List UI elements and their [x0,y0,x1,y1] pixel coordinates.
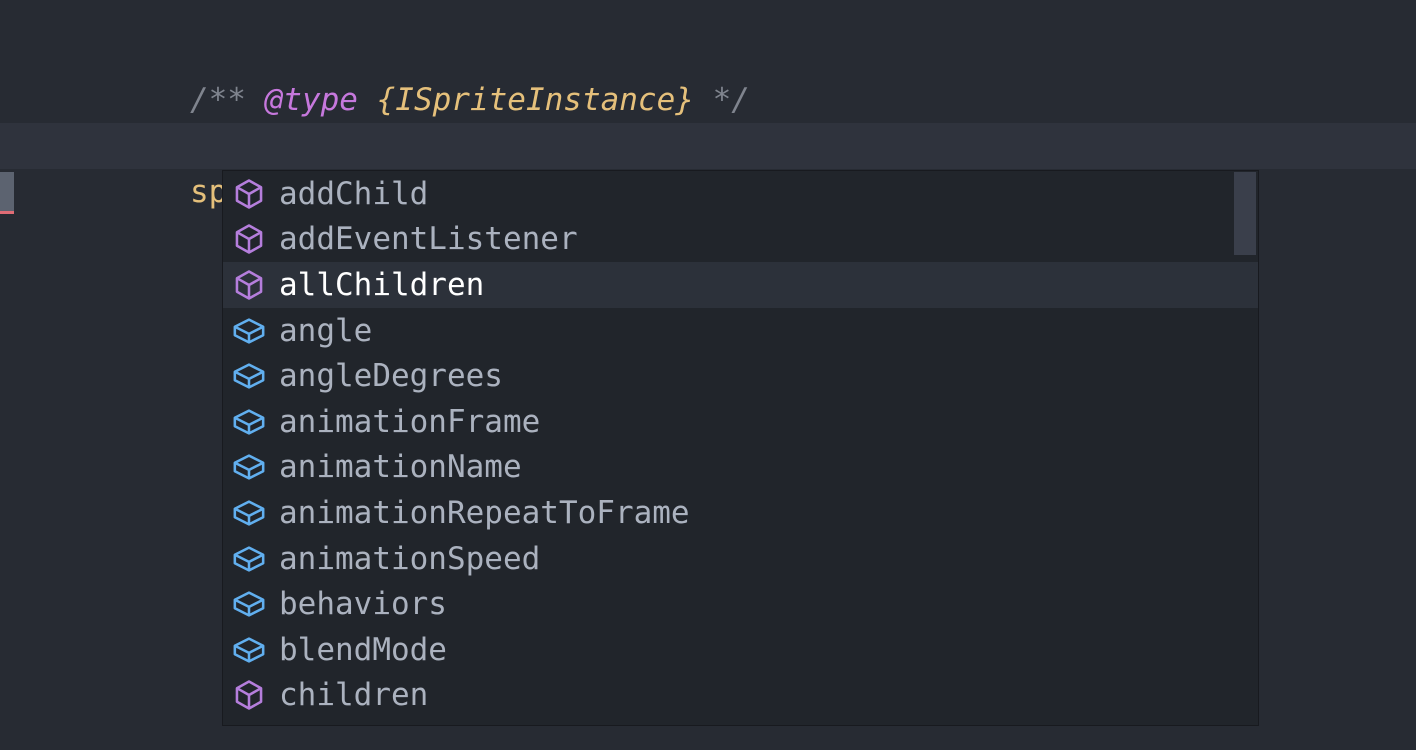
code-line-1: /** @type {ISpriteInstance} */ [0,31,1416,118]
suggestion-item[interactable]: allChildren [223,262,1258,308]
suggestion-item[interactable]: blendMode [223,627,1258,673]
property-box-icon [229,582,269,627]
suggestion-scrollbar[interactable] [1234,172,1256,255]
property-box-icon [229,490,269,535]
code-editor[interactable]: /** @type {ISpriteInstance} */ const spr… [0,0,1416,750]
property-box-icon [229,536,269,581]
property-box-icon [229,308,269,353]
autocomplete-widget[interactable]: addChild addEventListener allChildren angle… [222,170,1259,726]
suggestion-label: children [279,677,429,714]
suggestion-item[interactable]: animationSpeed [223,536,1258,582]
method-cube-icon [229,262,269,307]
suggestion-label: animationSpeed [279,540,541,577]
suggestion-label: blendMode [279,631,447,668]
suggestion-item[interactable]: angle [223,308,1258,354]
suggestion-item[interactable]: addChild [223,171,1258,217]
suggestion-label: behaviors [279,586,447,623]
suggestion-label: animationFrame [279,403,541,440]
suggestion-label: addChild [279,175,429,212]
property-box-icon [229,399,269,444]
gutter-fold-marker[interactable] [0,172,14,214]
suggestion-item[interactable]: animationFrame [223,399,1258,445]
property-box-icon [229,445,269,490]
property-box-icon [229,627,269,672]
suggestion-item[interactable]: addEventListener [223,217,1258,263]
suggestion-item[interactable]: angleDegrees [223,353,1258,399]
suggestion-item[interactable]: animationName [223,445,1258,491]
suggestion-label: angle [279,312,373,349]
suggestion-item[interactable]: animationRepeatToFrame [223,490,1258,536]
suggestion-item[interactable]: children [223,673,1258,719]
method-cube-icon [229,673,269,718]
suggestion-item[interactable]: behaviors [223,581,1258,627]
method-cube-icon [229,171,269,216]
suggestion-list: addChild addEventListener allChildren angle… [223,171,1258,718]
suggestion-label: addEventListener [279,221,578,258]
suggestion-label: angleDegrees [279,358,503,395]
code-line-3-current[interactable]: sprite. [0,123,1416,210]
suggestion-label: animationRepeatToFrame [279,494,690,531]
code-line-2: const sprite = runtime.objects.Sprite.ge… [0,77,1416,164]
suggestion-label: animationName [279,449,522,486]
method-cube-icon [229,217,269,262]
property-box-icon [229,354,269,399]
suggestion-label: allChildren [279,266,485,303]
